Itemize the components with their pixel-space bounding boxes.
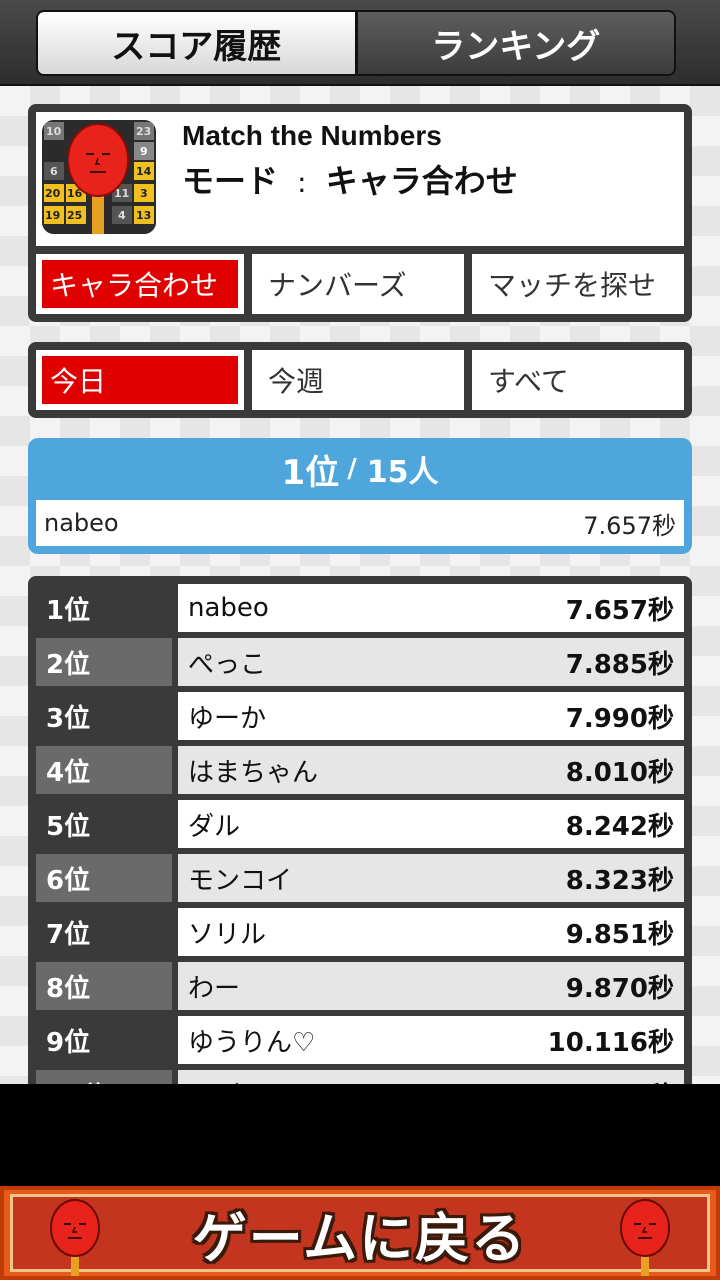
player-name: ゆうりん♡	[188, 1027, 316, 1058]
svg-text:20: 20	[45, 187, 61, 200]
player-name: ソリル	[188, 919, 267, 950]
back-to-game-label: ゲームに戻る	[192, 1206, 528, 1270]
svg-text:13: 13	[136, 209, 151, 222]
player-name: わー	[188, 973, 241, 1004]
my-rank-header: 1位 / 15人	[36, 438, 684, 500]
back-to-game-button[interactable]: ゲームに戻る	[0, 1186, 720, 1280]
game-mode: モード : キャラ合わせ	[182, 156, 518, 202]
svg-text:19: 19	[45, 209, 60, 222]
svg-text:9: 9	[140, 145, 148, 158]
mode-tab-find-match[interactable]: マッチを探せ	[472, 254, 684, 314]
player-time: 8.323秒	[565, 865, 674, 896]
table-row: 8位 わー 9.870秒	[36, 962, 684, 1010]
period-tab-week[interactable]: 今週	[252, 350, 464, 410]
tab-score-history[interactable]: スコア履歴	[38, 12, 358, 74]
table-row: 7位 ソリル 9.851秒	[36, 908, 684, 956]
table-row: 6位 モンコイ 8.323秒	[36, 854, 684, 902]
table-row: 1位 nabeo 7.657秒	[36, 584, 684, 632]
mascot-icon	[620, 1199, 670, 1276]
player-time: 8.010秒	[565, 757, 674, 788]
period-tab-today[interactable]: 今日	[36, 350, 244, 410]
rank-position: 2位	[36, 638, 172, 686]
game-panel: 10 23 9 6 14 20 16 11 3 19 25 4 13 Match…	[28, 104, 692, 322]
svg-text:23: 23	[136, 125, 151, 138]
ranking-list[interactable]: 1位 nabeo 7.657秒 2位 ぺっこ 7.885秒 3位 ゆーか 7.990秒 4位…	[28, 576, 692, 1084]
mode-label: モード	[182, 162, 279, 200]
rank-position: 8位	[36, 962, 172, 1010]
mode-tab-chara-label: キャラ合わせ	[42, 260, 238, 308]
ranking-content[interactable]: 10 23 9 6 14 20 16 11 3 19 25 4 13 Match…	[0, 86, 720, 1084]
player-name: ぺっこ	[188, 649, 267, 680]
rank-position: 9位	[36, 1016, 172, 1064]
mode-tab-chara[interactable]: キャラ合わせ	[36, 254, 244, 314]
player-name: ダル	[188, 811, 241, 842]
rank-position: 4位	[36, 746, 172, 794]
banner-frame: ゲームに戻る	[10, 1194, 710, 1272]
table-row: 10位 おがさん 10.219秒	[36, 1070, 684, 1084]
table-row: 9位 ゆうりん♡ 10.116秒	[36, 1016, 684, 1064]
my-rank-separator: /	[347, 454, 357, 484]
period-tabs: 今日 今週 すべて	[36, 350, 684, 410]
table-row: 2位 ぺっこ 7.885秒	[36, 638, 684, 686]
player-time: 9.870秒	[565, 973, 674, 1004]
mascot-icon	[50, 1199, 100, 1276]
app-icon: 10 23 9 6 14 20 16 11 3 19 25 4 13	[42, 120, 156, 234]
svg-text:10: 10	[46, 125, 62, 138]
player-time: 7.657秒	[565, 595, 674, 626]
my-rank-position: 1位	[281, 452, 340, 493]
top-tab-bar: スコア履歴 ランキング	[0, 0, 720, 86]
game-info: 10 23 9 6 14 20 16 11 3 19 25 4 13 Match…	[36, 112, 684, 246]
rank-position: 10位	[36, 1070, 172, 1084]
my-rank-name: nabeo	[44, 509, 119, 537]
rank-position: 6位	[36, 854, 172, 902]
top-tabs: スコア履歴 ランキング	[36, 10, 676, 76]
rank-position: 5位	[36, 800, 172, 848]
player-time: 9.851秒	[565, 919, 674, 950]
table-row: 5位 ダル 8.242秒	[36, 800, 684, 848]
player-name: モンコイ	[188, 865, 293, 896]
table-row: 3位 ゆーか 7.990秒	[36, 692, 684, 740]
svg-text:6: 6	[50, 165, 58, 178]
rank-position: 3位	[36, 692, 172, 740]
player-name: nabeo	[188, 593, 269, 623]
player-time: 8.242秒	[565, 811, 674, 842]
mode-value: キャラ合わせ	[325, 162, 518, 200]
player-time: 7.990秒	[565, 703, 674, 734]
period-tab-today-label: 今日	[42, 356, 238, 404]
svg-text:3: 3	[140, 187, 148, 200]
svg-text:25: 25	[67, 209, 82, 222]
my-rank-time: 7.657秒	[583, 511, 676, 540]
player-name: ゆーか	[188, 703, 267, 734]
period-panel: 今日 今週 すべて	[28, 342, 692, 418]
blank-area	[0, 1084, 720, 1186]
mode-tab-numbers[interactable]: ナンバーズ	[252, 254, 464, 314]
svg-text:4: 4	[118, 209, 126, 222]
my-rank-total: 15人	[366, 455, 439, 490]
tab-ranking[interactable]: ランキング	[357, 12, 674, 74]
period-tab-all[interactable]: すべて	[472, 350, 684, 410]
player-time: 10.116秒	[547, 1027, 674, 1058]
mode-separator: :	[297, 166, 307, 199]
player-time: 10.219秒	[548, 1076, 674, 1085]
rank-position: 7位	[36, 908, 172, 956]
table-row: 4位 はまちゃん 8.010秒	[36, 746, 684, 794]
my-rank-row: nabeo 7.657秒	[36, 500, 684, 546]
player-name: はまちゃん	[188, 757, 319, 788]
player-time: 7.885秒	[565, 649, 674, 680]
my-rank-card: 1位 / 15人 nabeo 7.657秒	[28, 438, 692, 554]
player-name: おがさん	[188, 1076, 292, 1085]
svg-text:14: 14	[136, 165, 152, 178]
game-title: Match the Numbers	[182, 120, 442, 151]
rank-position: 1位	[36, 584, 172, 632]
mode-tabs: キャラ合わせ ナンバーズ マッチを探せ	[36, 254, 684, 314]
